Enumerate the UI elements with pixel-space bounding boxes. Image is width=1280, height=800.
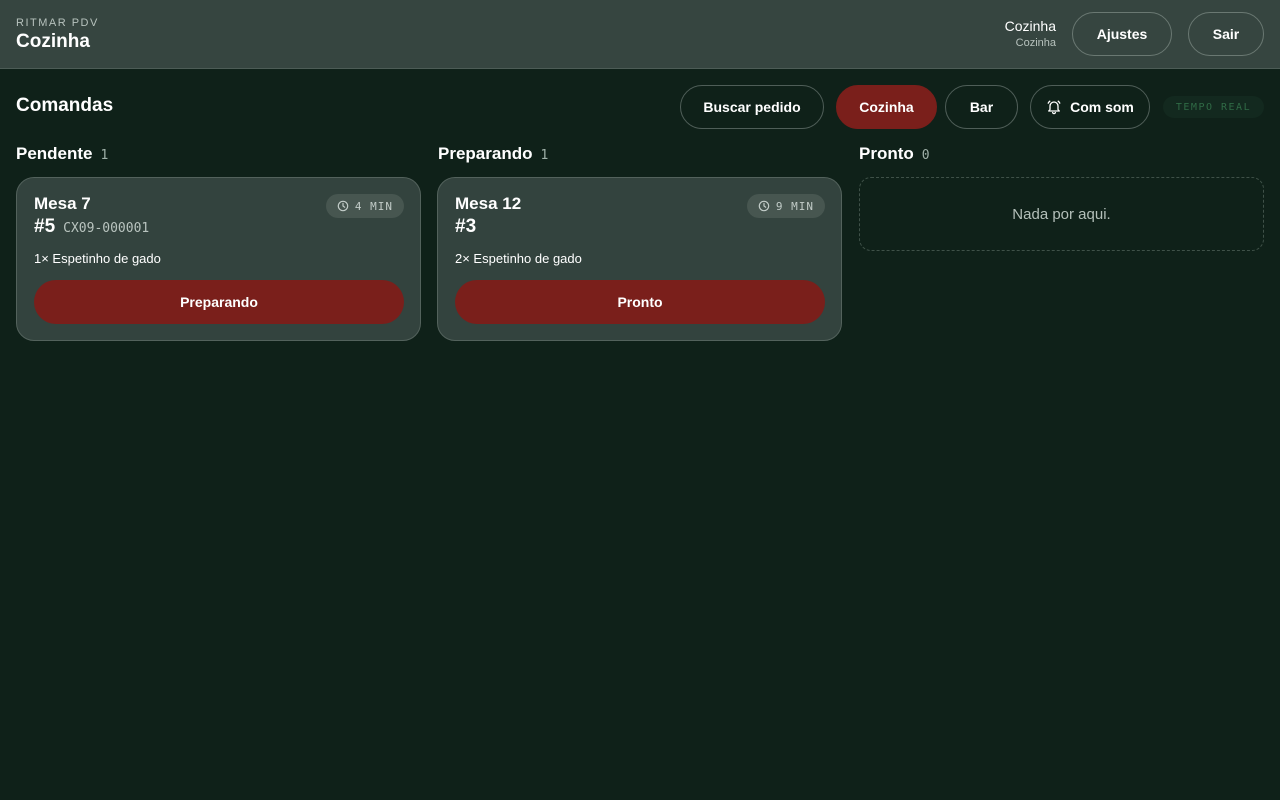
brand-name: RITMAR PDV	[16, 17, 99, 29]
section-title: Comandas	[16, 95, 114, 116]
sound-label: Com som	[1070, 99, 1134, 115]
column-title: Pronto	[859, 144, 914, 163]
user-role: Cozinha	[1015, 37, 1056, 49]
column-count: 1	[100, 148, 109, 163]
order-action-button[interactable]: Preparando	[34, 280, 404, 324]
empty-column-placeholder: Nada por aqui.	[859, 177, 1264, 251]
user-info: Cozinha Cozinha	[1005, 17, 1056, 51]
bell-icon	[1046, 99, 1062, 115]
order-time: 9 MIN	[775, 199, 814, 213]
logout-button[interactable]: Sair	[1188, 12, 1264, 56]
clock-icon	[758, 200, 770, 212]
order-timer: 9 MIN	[746, 194, 825, 218]
clock-icon	[337, 200, 349, 212]
order-time: 4 MIN	[354, 199, 393, 213]
column-title: Preparando	[438, 144, 533, 163]
order-items: 1× Espetinho de gado	[34, 251, 161, 266]
column-count: 1	[540, 148, 549, 163]
order-timer: 4 MIN	[325, 194, 404, 218]
order-card: Mesa 12 #3 9 MIN 2× Espetinho de gado Pr…	[437, 177, 842, 341]
page-title: Cozinha	[16, 31, 90, 52]
sound-toggle-button[interactable]: Com som	[1030, 85, 1150, 129]
column-count: 0	[921, 148, 930, 163]
order-code: CX09-000001	[63, 221, 150, 236]
column-title: Pendente	[16, 144, 93, 163]
order-action-button[interactable]: Pronto	[455, 280, 825, 324]
user-name: Cozinha	[1004, 18, 1056, 34]
order-number: #3	[455, 216, 477, 237]
app-header: RITMAR PDV Cozinha Cozinha Cozinha Ajust…	[0, 0, 1280, 69]
order-table: Mesa 12	[455, 194, 522, 213]
order-number-row: #3	[455, 216, 476, 238]
column-header-pendente: Pendente 1	[16, 144, 108, 164]
search-order-button[interactable]: Buscar pedido	[680, 85, 824, 129]
realtime-badge: TEMPO REAL	[1163, 96, 1264, 118]
column-header-preparando: Preparando 1	[438, 144, 548, 164]
order-table: Mesa 7	[34, 194, 91, 213]
order-number-row: #5 CX09-000001	[34, 216, 149, 238]
filter-bar-button[interactable]: Bar	[945, 85, 1018, 129]
filter-cozinha-button[interactable]: Cozinha	[836, 85, 937, 129]
settings-button[interactable]: Ajustes	[1072, 12, 1172, 56]
order-items: 2× Espetinho de gado	[455, 251, 582, 266]
order-card: Mesa 7 #5 CX09-000001 4 MIN 1× Espetinho…	[16, 177, 421, 341]
order-number: #5	[34, 216, 56, 237]
column-header-pronto: Pronto 0	[859, 144, 930, 164]
